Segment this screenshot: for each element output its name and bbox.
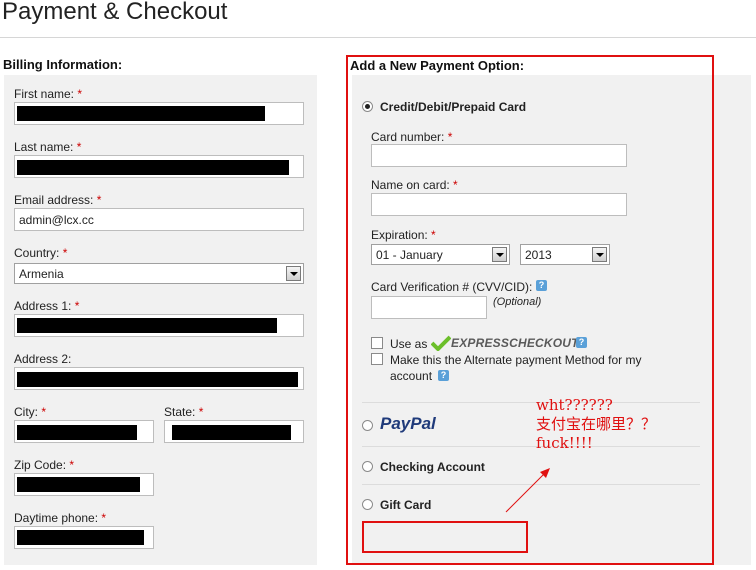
- phone-label: Daytime phone: *: [14, 511, 107, 525]
- email-input[interactable]: admin@lcx.cc: [14, 208, 304, 231]
- billing-heading: Billing Information:: [3, 57, 123, 72]
- redaction-bar: [17, 425, 137, 440]
- country-label: Country: *: [14, 246, 68, 260]
- country-select[interactable]: Armenia: [14, 263, 304, 284]
- last-name-label: Last name: *: [14, 140, 82, 154]
- redaction-bar: [17, 477, 140, 492]
- redaction-bar: [17, 530, 144, 545]
- redaction-bar: [17, 318, 277, 333]
- email-label: Email address: *: [14, 193, 102, 207]
- state-label: State: *: [164, 405, 204, 419]
- annotation-box: [362, 521, 528, 553]
- address2-label: Address 2:: [14, 352, 72, 366]
- redaction-bar: [17, 106, 265, 121]
- first-name-label: First name: *: [14, 87, 83, 101]
- country-select-value: Armenia: [19, 267, 64, 281]
- title-divider: [0, 37, 756, 38]
- annotation-arrow: [505, 468, 550, 513]
- page-title: Payment & Checkout: [2, 0, 228, 25]
- chevron-down-icon[interactable]: [286, 266, 301, 281]
- redaction-bar: [172, 425, 291, 440]
- annotation-text: wht?????? 支付宝在哪里？？ fuck!!!!: [536, 396, 657, 452]
- city-label: City: *: [14, 405, 47, 419]
- zip-label: Zip Code: *: [14, 458, 75, 472]
- address1-label: Address 1: *: [14, 299, 80, 313]
- redaction-bar: [17, 372, 298, 387]
- redaction-bar: [17, 160, 289, 175]
